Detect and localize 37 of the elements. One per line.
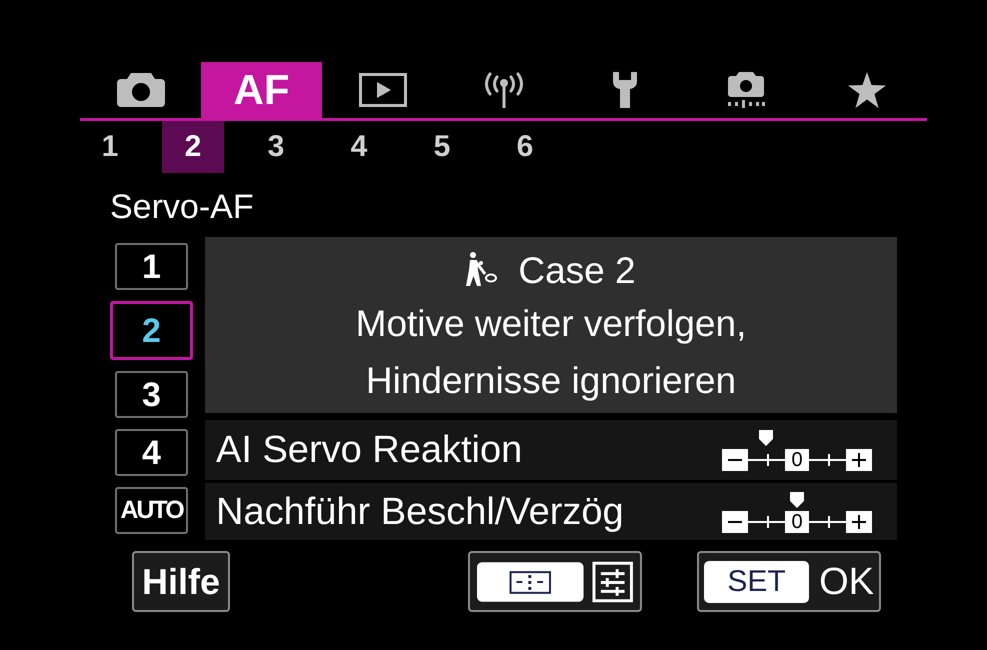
case-option[interactable]: 4 [115,429,188,476]
camera-dots-icon [726,72,764,108]
minus-icon [722,510,748,532]
ok-button[interactable]: SET OK [697,551,881,612]
star-icon [848,72,886,108]
parameter-label: AI Servo Reaktion [216,431,522,469]
page-tab[interactable]: 4 [328,121,390,173]
menu-title: Servo-AF [110,187,254,227]
af-area-button[interactable] [468,551,642,612]
case-title: Case 2 [518,252,636,288]
case-option[interactable]: 2 [110,301,193,360]
case-option[interactable]: AUTO [115,487,188,534]
page-tab[interactable]: 2 [162,121,224,173]
case-description: Motive weiter verfolgen, Hindernisse ignorieren [356,302,746,403]
adjust-sliders-icon [592,560,633,602]
wrench-icon [610,72,638,108]
scale-zero-label: 0 [785,510,809,532]
scale-zero-label: 0 [785,449,809,471]
page-tab[interactable]: 3 [245,121,307,173]
tennis-player-icon [466,252,498,288]
parameter-row[interactable]: Nachführ Beschl/Verzög 0 [205,483,897,540]
menu-tab[interactable]: AF [201,62,322,118]
play-icon [358,73,406,107]
page-tab[interactable]: 6 [494,121,556,173]
page-tab[interactable]: 5 [411,121,473,173]
af-frame-key-icon [477,562,584,602]
case-option[interactable]: 1 [115,243,188,290]
plus-icon [846,510,872,532]
parameter-label: Nachführ Beschl/Verzög [216,492,624,530]
camera-icon [116,73,164,107]
set-key-label: SET [704,560,810,602]
case-option[interactable]: 3 [115,371,188,418]
plus-icon [846,449,872,471]
help-button[interactable]: Hilfe [132,551,230,612]
page-tab[interactable]: 1 [79,121,141,173]
parameter-row[interactable]: AI Servo Reaktion 0 [205,420,897,480]
minus-icon [722,449,748,471]
